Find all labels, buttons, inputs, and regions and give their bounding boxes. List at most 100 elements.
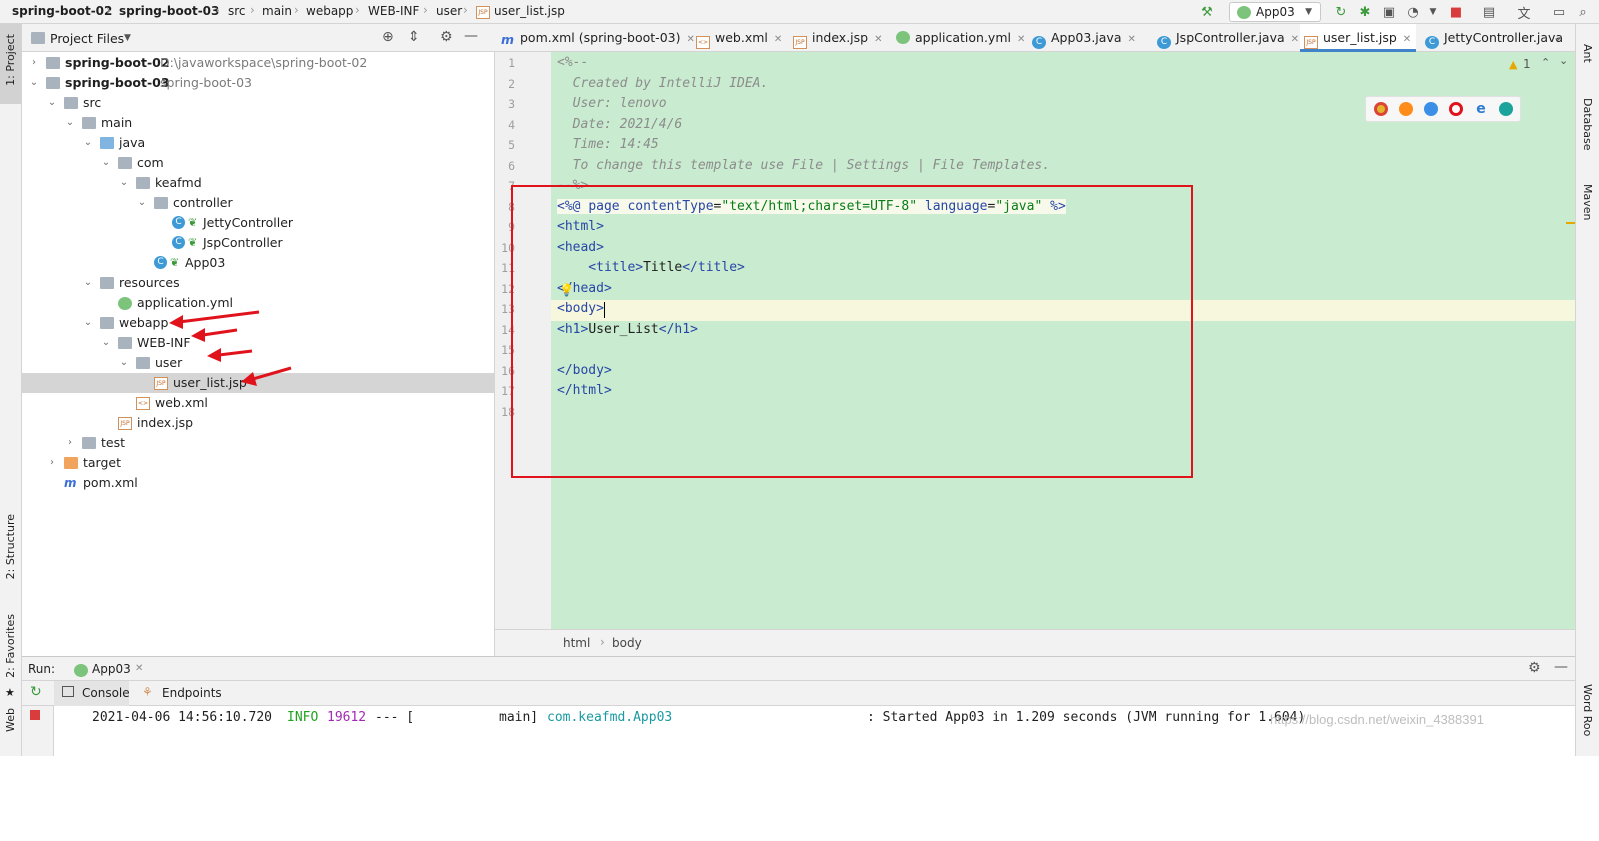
project-tool-tab[interactable]: 1: Project: [0, 24, 21, 104]
run-config-tab[interactable]: App03: [92, 662, 131, 676]
tree-row-spring-boot-02[interactable]: › spring-boot-02 D:\javaworkspace\spring…: [22, 53, 495, 73]
next-highlight-icon[interactable]: ⌄: [1559, 54, 1568, 67]
chrome-icon[interactable]: [1374, 102, 1388, 116]
tree-row-index-jsp[interactable]: JSP index.jsp: [22, 413, 495, 433]
edge-icon[interactable]: [1499, 102, 1513, 116]
tree-row-controller[interactable]: ⌄ controller: [22, 193, 495, 213]
favorites-tool-label[interactable]: 2: Favorites: [4, 614, 17, 678]
close-icon[interactable]: ✕: [1291, 34, 1299, 45]
warning-icon[interactable]: ▲: [1509, 58, 1517, 71]
ant-tool-label[interactable]: Ant: [1581, 44, 1594, 63]
hide-panel-icon[interactable]: —: [464, 28, 478, 44]
tree-row-pom-xml[interactable]: m pom.xml: [22, 473, 495, 493]
tree-row-java[interactable]: ⌄ java: [22, 133, 495, 153]
log-logger[interactable]: com.keafmd.App03: [547, 710, 672, 725]
rerun-icon[interactable]: ↻: [30, 684, 42, 700]
tab-jspcontroller-java[interactable]: C JspController.java ✕: [1153, 24, 1299, 52]
breadcrumb-src[interactable]: src: [228, 4, 246, 18]
word-tool-label[interactable]: Word Roo: [1581, 684, 1594, 736]
chevron-down-icon[interactable]: ⌄: [64, 113, 76, 133]
chevron-down-icon[interactable]: ⌄: [28, 73, 40, 93]
breadcrumb-main[interactable]: main: [262, 4, 292, 18]
error-stripe-mark[interactable]: [1566, 222, 1575, 224]
chevron-down-icon[interactable]: ⌄: [100, 153, 112, 173]
safari-icon[interactable]: [1424, 102, 1438, 116]
tab-console[interactable]: Console: [54, 681, 130, 706]
opera-icon[interactable]: [1449, 102, 1463, 116]
breadcrumb-user-list-jsp[interactable]: user_list.jsp: [494, 4, 565, 18]
close-icon[interactable]: ✕: [1017, 34, 1025, 45]
gear-icon[interactable]: ⚙: [440, 29, 453, 45]
tab-app03-java[interactable]: C App03.java ✕: [1028, 24, 1136, 52]
close-icon[interactable]: ✕: [774, 34, 782, 45]
hide-panel-icon[interactable]: —: [1554, 659, 1568, 675]
tab-list-chevron-icon[interactable]: ⌄: [1553, 31, 1562, 44]
tree-row-resources[interactable]: ⌄ resources: [22, 273, 495, 293]
tree-row-jettycontroller[interactable]: C ❦ JettyController: [22, 213, 495, 233]
tree-row-target[interactable]: › target: [22, 453, 495, 473]
chevron-down-icon[interactable]: ⌄: [118, 353, 130, 373]
tree-row-com[interactable]: ⌄ com: [22, 153, 495, 173]
tree-row-test[interactable]: › test: [22, 433, 495, 453]
internet-explorer-icon[interactable]: e: [1474, 102, 1488, 116]
build-hammer-icon[interactable]: ⚒: [1198, 3, 1216, 21]
tab-pom-xml[interactable]: m pom.xml (spring-boot-03) ✕: [497, 24, 695, 52]
chevron-down-icon[interactable]: ▼: [124, 33, 131, 43]
stop-icon[interactable]: ■: [1447, 3, 1465, 21]
tab-application-yml[interactable]: application.yml ✕: [892, 24, 1025, 52]
coverage-icon[interactable]: ▣: [1380, 3, 1398, 21]
breadcrumb-html[interactable]: html: [563, 636, 590, 650]
database-tool-label[interactable]: Database: [1581, 98, 1594, 151]
console-output[interactable]: 2021-04-06 14:56:10.720 INFO 19612 --- […: [55, 706, 1575, 756]
tab-user-list-jsp[interactable]: JSP user_list.jsp ✕: [1300, 24, 1416, 52]
presentation-icon[interactable]: ▭: [1550, 3, 1568, 21]
web-tool-label[interactable]: Web: [4, 708, 17, 732]
tab-web-xml[interactable]: <> web.xml ✕: [692, 24, 782, 52]
rerun-icon[interactable]: ↻: [1332, 3, 1350, 21]
chevron-right-icon[interactable]: ›: [28, 53, 40, 73]
breadcrumb-user[interactable]: user: [436, 4, 462, 18]
debug-bug-icon[interactable]: ✱: [1356, 3, 1374, 21]
tab-jettycontroller-java[interactable]: C JettyController.java: [1421, 24, 1563, 52]
profiler-icon[interactable]: ◔: [1404, 3, 1422, 21]
tree-row-main[interactable]: ⌄ main: [22, 113, 495, 133]
tree-row-keafmd[interactable]: ⌄ keafmd: [22, 173, 495, 193]
close-icon[interactable]: ✕: [1128, 34, 1136, 45]
chevron-down-icon[interactable]: ⌄: [136, 193, 148, 213]
chevron-down-icon[interactable]: ⌄: [46, 93, 58, 113]
breadcrumb-webapp[interactable]: webapp: [306, 4, 353, 18]
warning-count[interactable]: 1: [1523, 57, 1531, 71]
stop-icon[interactable]: [30, 710, 40, 720]
translate-icon[interactable]: 文: [1515, 3, 1533, 22]
chevron-down-icon[interactable]: ⌄: [82, 133, 94, 153]
breadcrumb-spring-boot-02[interactable]: spring-boot-02: [12, 4, 112, 18]
structure-tool-label[interactable]: 2: Structure: [4, 514, 17, 579]
run-config-dropdown[interactable]: App03 ▼: [1229, 2, 1321, 22]
tab-endpoints[interactable]: ⚘ Endpoints: [134, 681, 224, 706]
close-icon[interactable]: ✕: [874, 34, 882, 45]
firefox-icon[interactable]: [1399, 102, 1413, 116]
gear-icon[interactable]: ⚙: [1528, 660, 1541, 676]
chevron-down-icon[interactable]: ⌄: [82, 313, 94, 333]
chevron-down-icon[interactable]: ⌄: [82, 273, 94, 293]
tree-row-jspcontroller[interactable]: C ❦ JspController: [22, 233, 495, 253]
breadcrumb-web-inf[interactable]: WEB-INF: [368, 4, 419, 18]
chevron-down-icon[interactable]: ⌄: [118, 173, 130, 193]
previous-highlight-icon[interactable]: ⌃: [1541, 56, 1550, 69]
tab-index-jsp[interactable]: JSP index.jsp ✕: [789, 24, 882, 52]
maven-tool-label[interactable]: Maven: [1581, 184, 1594, 220]
breadcrumb-spring-boot-03[interactable]: spring-boot-03: [119, 4, 219, 18]
project-structure-icon[interactable]: ▤: [1480, 3, 1498, 21]
tree-row-src[interactable]: ⌄ src: [22, 93, 495, 113]
breadcrumb-body[interactable]: body: [612, 636, 642, 650]
project-view-selector[interactable]: Project Files: [50, 31, 124, 46]
close-icon[interactable]: ✕: [135, 663, 143, 674]
chevron-down-icon[interactable]: ⌄: [100, 333, 112, 353]
chevron-right-icon[interactable]: ›: [64, 433, 76, 453]
locate-target-icon[interactable]: ⊕: [382, 29, 394, 45]
more-run-chevron-icon[interactable]: ▼: [1424, 3, 1442, 21]
chevron-right-icon[interactable]: ›: [46, 453, 58, 473]
collapse-all-icon[interactable]: ⇕: [408, 29, 420, 45]
close-icon[interactable]: ✕: [1403, 34, 1411, 45]
tree-row-app03[interactable]: C ❦ App03: [22, 253, 495, 273]
